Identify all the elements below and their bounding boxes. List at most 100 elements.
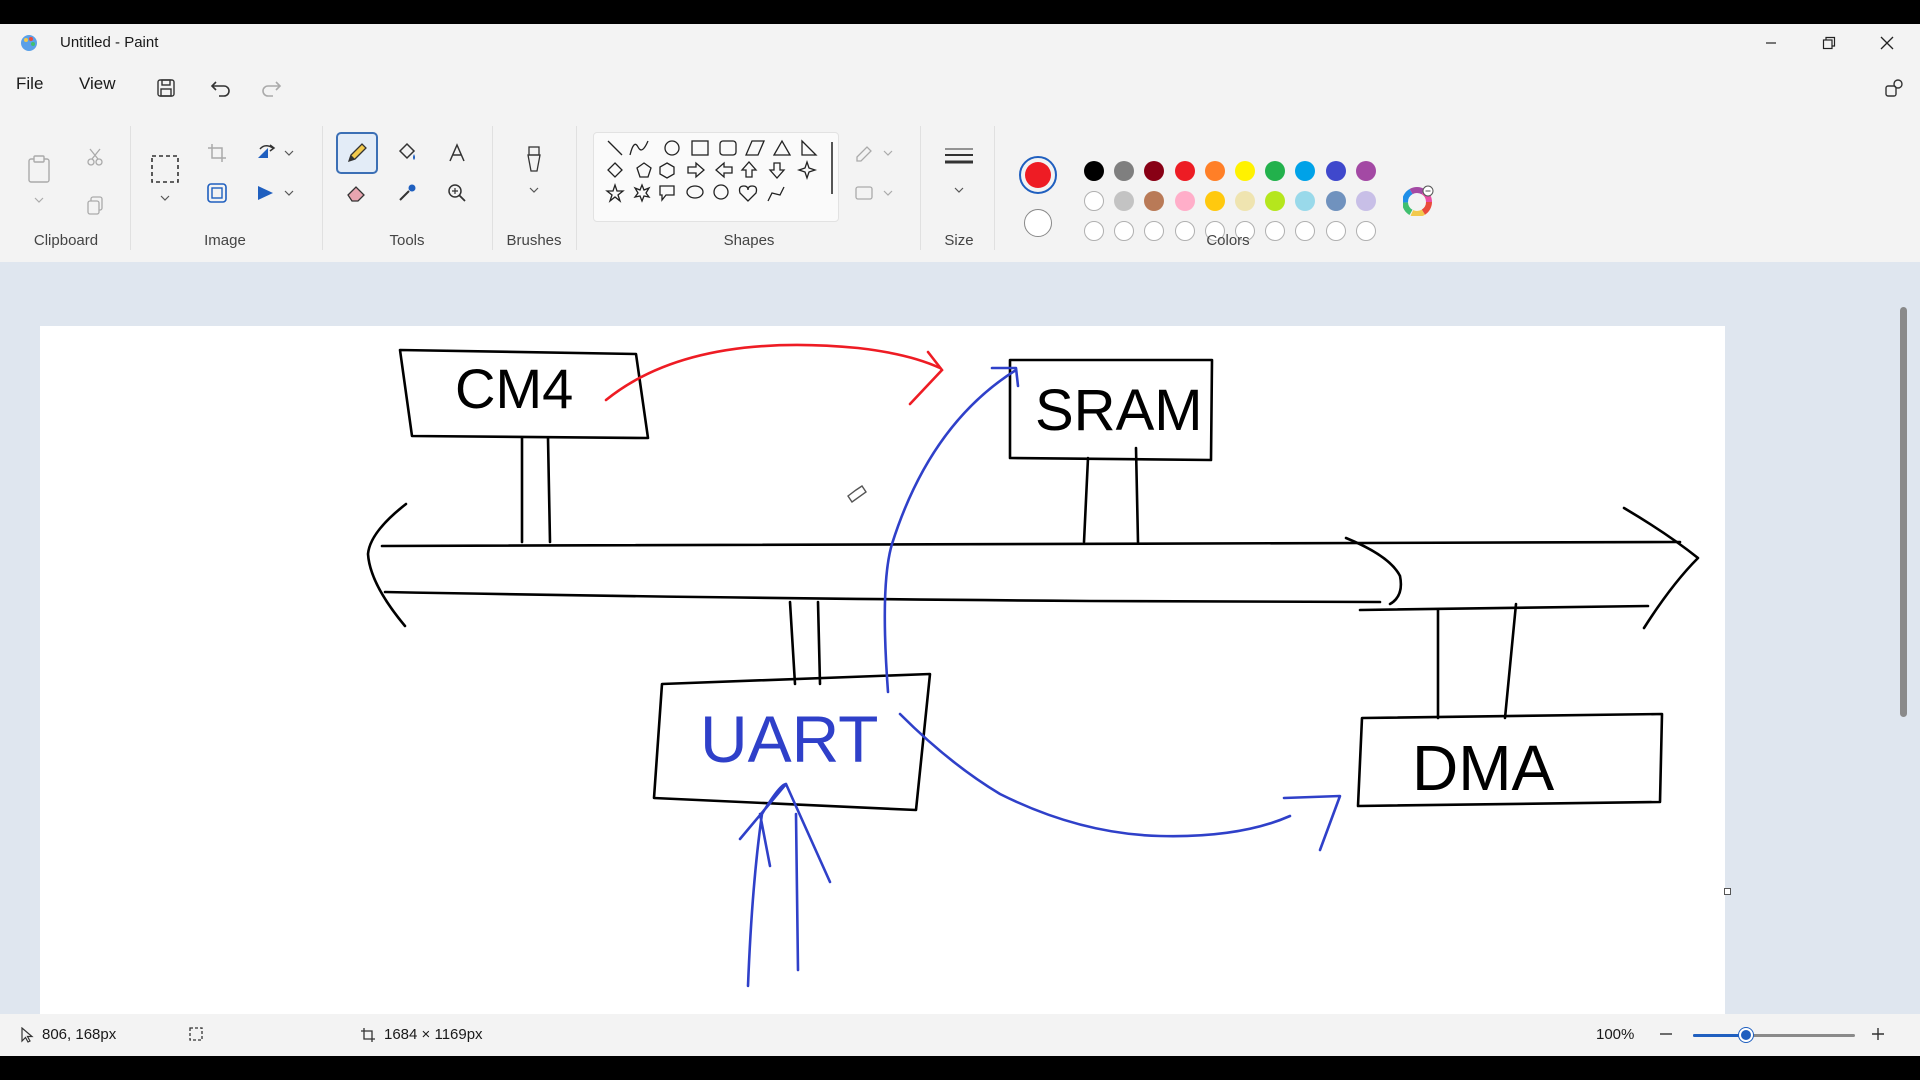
minimize-icon: [1766, 42, 1776, 44]
save-icon: [157, 79, 175, 97]
shape-fill-icon: [855, 186, 893, 200]
size-dropdown[interactable]: [942, 180, 976, 200]
bus-diagram-drawing[interactable]: CM4 SRAM UART DMA: [40, 326, 1725, 1026]
shape-outline-button[interactable]: [852, 136, 896, 170]
text-icon: [449, 143, 465, 162]
restore-button[interactable]: [1800, 24, 1858, 62]
paste-button[interactable]: [22, 152, 56, 186]
custom-color-slot[interactable]: [1114, 221, 1135, 241]
eraser-tool-button[interactable]: [340, 176, 374, 210]
color-swatch[interactable]: [1174, 191, 1195, 211]
color-swatch[interactable]: [1144, 161, 1165, 181]
select-dropdown[interactable]: [148, 188, 182, 208]
rotate-dropdown[interactable]: [280, 136, 298, 170]
magnifier-button[interactable]: [440, 176, 474, 210]
group-label-image: Image: [204, 232, 246, 249]
rotate-button[interactable]: [250, 136, 284, 170]
color-swatch[interactable]: [1265, 191, 1286, 211]
color-swatch[interactable]: [1144, 191, 1165, 211]
color-swatch[interactable]: [1295, 161, 1316, 181]
zoom-slider[interactable]: [1693, 1028, 1855, 1042]
size-button[interactable]: [940, 140, 978, 174]
vertical-scrollbar-thumb[interactable]: [1900, 307, 1907, 717]
color-swatch[interactable]: [1114, 191, 1135, 211]
close-icon: [1880, 36, 1894, 50]
drawing-canvas[interactable]: CM4 SRAM UART DMA: [40, 326, 1725, 1026]
label-uart: UART: [700, 702, 878, 776]
copilot-icon: [1885, 79, 1903, 97]
color-swatch[interactable]: [1325, 191, 1346, 211]
color-swatch[interactable]: [1204, 191, 1225, 211]
flip-dropdown[interactable]: [280, 176, 298, 210]
flip-icon: [258, 186, 273, 200]
canvas-size-icon: [361, 1027, 375, 1042]
color-swatch[interactable]: [1235, 161, 1255, 181]
canvas-resize-handle[interactable]: [1724, 888, 1731, 895]
ribbon-separator: [994, 126, 995, 250]
label-dma: DMA: [1412, 732, 1555, 804]
zoom-slider-thumb[interactable]: [1739, 1028, 1754, 1042]
color-picker-button[interactable]: [390, 176, 424, 210]
custom-color-slot[interactable]: [1325, 221, 1346, 241]
close-button[interactable]: [1858, 24, 1916, 62]
chevron-down-icon: [284, 150, 294, 156]
primary-color-ring[interactable]: [1019, 156, 1057, 194]
crop-button[interactable]: [200, 136, 234, 170]
color-swatch[interactable]: [1084, 161, 1104, 181]
resize-button[interactable]: [200, 176, 234, 210]
copy-icon: [87, 196, 103, 215]
color-swatch[interactable]: [1204, 161, 1225, 181]
fill-tool-button[interactable]: [390, 136, 424, 170]
shapes-gallery: [593, 132, 839, 222]
secondary-color-swatch[interactable]: [1024, 209, 1052, 237]
paint-window: Untitled - Paint File View Clipboard Ima…: [0, 24, 1920, 1056]
custom-color-slot[interactable]: [1295, 221, 1316, 241]
zoom-in-button[interactable]: [1868, 1022, 1888, 1046]
custom-color-slot[interactable]: [1355, 221, 1376, 241]
shapes-gallery-scrollbar[interactable]: [831, 142, 833, 194]
brushes-dropdown[interactable]: [517, 180, 551, 200]
ribbon: Clipboard Image Tools Brushes Shapes Siz…: [0, 122, 1920, 262]
select-button[interactable]: [148, 152, 182, 186]
brush-icon: [527, 146, 541, 172]
status-bar: 806, 168px 1684 × 1169px 100%: [0, 1014, 1920, 1056]
label-sram: SRAM: [1035, 378, 1203, 443]
color-swatch[interactable]: [1295, 191, 1316, 211]
pencil-icon: [347, 143, 367, 163]
color-swatch[interactable]: [1265, 161, 1286, 181]
redo-button[interactable]: [255, 72, 287, 104]
copilot-button[interactable]: [1878, 72, 1910, 104]
menu-view[interactable]: View: [79, 74, 116, 94]
color-swatch[interactable]: [1355, 161, 1376, 181]
ribbon-separator: [576, 126, 577, 250]
brushes-button[interactable]: [517, 142, 551, 176]
color-swatch[interactable]: [1355, 191, 1376, 211]
color-swatch[interactable]: [1084, 191, 1104, 211]
custom-color-slot[interactable]: [1084, 221, 1104, 241]
paste-dropdown[interactable]: [22, 190, 56, 210]
custom-color-slot[interactable]: [1144, 221, 1165, 241]
color-swatch[interactable]: [1325, 161, 1346, 181]
cursor-arrow-icon: [21, 1026, 34, 1043]
chevron-down-icon: [284, 190, 294, 196]
menu-file[interactable]: File: [16, 74, 43, 94]
ribbon-separator: [130, 126, 131, 250]
copy-button[interactable]: [78, 188, 112, 222]
color-swatch[interactable]: [1174, 161, 1195, 181]
flip-button[interactable]: [250, 176, 284, 210]
shapes-gallery-icons: [605, 139, 818, 203]
line-size-icon: [945, 148, 973, 164]
save-button[interactable]: [150, 72, 182, 104]
zoom-level-text: 100%: [1596, 1026, 1635, 1043]
text-tool-button[interactable]: [440, 136, 474, 170]
undo-button[interactable]: [205, 72, 237, 104]
edit-colors-button[interactable]: [1402, 184, 1435, 217]
color-swatch[interactable]: [1235, 191, 1255, 211]
minimize-button[interactable]: [1742, 24, 1800, 62]
pencil-tool-button[interactable]: [336, 132, 378, 174]
zoom-out-button[interactable]: [1656, 1022, 1676, 1046]
shape-fill-button[interactable]: [852, 176, 896, 210]
cut-button[interactable]: [78, 140, 112, 174]
color-swatch[interactable]: [1114, 161, 1135, 181]
group-label-brushes: Brushes: [506, 232, 562, 249]
